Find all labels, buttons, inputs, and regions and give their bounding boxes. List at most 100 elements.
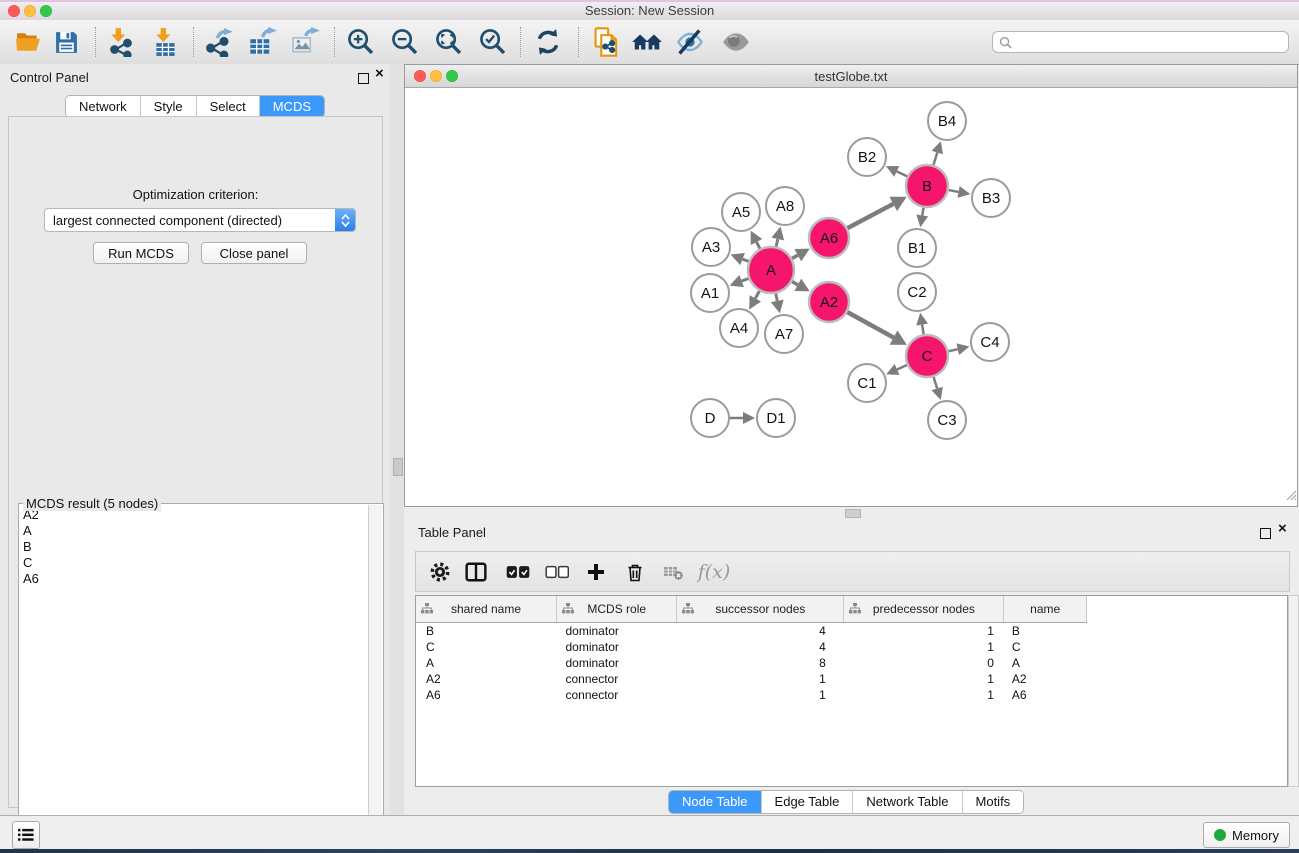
zoom-in-button[interactable] [344,25,378,59]
apply-layout-refresh-button[interactable] [531,25,565,59]
cell-name[interactable]: B [1004,623,1087,640]
table-tab-edge-table[interactable]: Edge Table [762,791,854,813]
table-row[interactable]: Bdominator41B [416,623,1287,640]
cell-name[interactable]: A [1004,655,1087,671]
task-history-button[interactable] [12,821,40,849]
cell-predecessor-nodes[interactable]: 1 [844,671,1004,687]
save-session-button[interactable] [49,25,83,59]
cell-shared-name[interactable]: A2 [416,671,557,687]
import-network-button[interactable] [104,25,138,59]
table-options-button[interactable] [424,556,456,588]
graph-edge-A6-B[interactable] [848,204,894,228]
table-close-icon[interactable]: × [1278,523,1287,535]
cell-mcds-role[interactable]: dominator [557,639,677,655]
cell-predecessor-nodes[interactable]: 1 [844,623,1004,640]
table-tab-motifs[interactable]: Motifs [963,791,1024,813]
cell-predecessor-nodes[interactable]: 1 [844,687,1004,703]
table-row[interactable]: Adominator80A [416,655,1287,671]
delete-table-button[interactable] [657,556,689,588]
divider-thumb[interactable] [393,458,403,476]
graph-edge-A-A6[interactable] [792,255,798,258]
tab-select[interactable]: Select [197,96,260,117]
cell-name[interactable]: C [1004,639,1087,655]
graph-edge-B-B1[interactable] [922,208,923,216]
table-row[interactable]: Cdominator41C [416,639,1287,655]
optimization-criterion-select[interactable]: largest connected component (directed) [44,208,356,232]
graph-edge-B-B2[interactable] [897,171,907,176]
graph-edge-B-B4[interactable] [933,153,937,165]
graph-edge-B-B3[interactable] [949,190,959,192]
clone-network-button[interactable] [590,25,624,59]
table-scrollbar[interactable] [1288,595,1299,787]
table-row[interactable]: A6connector11A6 [416,687,1287,703]
graph-edge-A-A7[interactable] [776,294,777,301]
show-columns-button[interactable] [460,556,492,588]
result-scrollbar[interactable] [368,505,382,849]
run-mcds-button[interactable]: Run MCDS [93,242,189,264]
graph-edge-C-C3[interactable] [934,377,938,389]
graph-edge-A-A1[interactable] [742,278,749,281]
table-row[interactable]: A2connector11A2 [416,671,1287,687]
cell-shared-name[interactable]: A6 [416,687,557,703]
delete-row-button[interactable] [619,556,651,588]
graph-edge-C-C1[interactable] [897,365,907,369]
export-image-button[interactable] [288,25,322,59]
zoom-selected-button[interactable] [476,25,510,59]
cell-shared-name[interactable]: A [416,655,557,671]
cell-successor-nodes[interactable]: 4 [677,639,844,655]
zoom-fit-button[interactable] [432,25,466,59]
cell-successor-nodes[interactable]: 8 [677,655,844,671]
add-row-button[interactable] [580,556,612,588]
mcds-result-item[interactable]: A6 [23,571,383,587]
tab-style[interactable]: Style [141,96,197,117]
close-panel-icon[interactable]: × [375,68,384,80]
cell-shared-name[interactable]: B [416,623,557,640]
resize-grip-icon[interactable] [1284,487,1296,505]
home-networks-button[interactable] [630,25,664,59]
graph-edge-A-A8[interactable] [776,239,778,247]
cell-predecessor-nodes[interactable]: 1 [844,639,1004,655]
birds-eye-view-button[interactable] [719,25,753,59]
graph-edge-A-A2[interactable] [792,282,798,285]
mcds-result-item[interactable]: C [23,555,383,571]
graph-edge-A-A4[interactable] [755,291,759,298]
cell-successor-nodes[interactable]: 1 [677,687,844,703]
graph-edge-A-A3[interactable] [743,259,749,261]
column-header-name[interactable]: name [1004,596,1087,623]
export-network-button[interactable] [202,25,236,59]
graph-edge-A-A5[interactable] [757,242,760,249]
graph-edge-C-C4[interactable] [948,349,957,351]
divider-thumb-h[interactable] [845,509,861,518]
cell-mcds-role[interactable]: dominator [557,655,677,671]
column-header-successor-nodes[interactable]: successor nodes [677,596,844,623]
memory-button[interactable]: Memory [1203,822,1290,848]
cell-mcds-role[interactable]: dominator [557,623,677,640]
table-tab-network-table[interactable]: Network Table [853,791,962,813]
split-divider-horizontal[interactable] [404,507,1299,519]
split-divider-vertical[interactable] [390,64,404,815]
column-header-shared-name[interactable]: shared name [416,596,557,623]
cell-predecessor-nodes[interactable]: 0 [844,655,1004,671]
tab-network[interactable]: Network [66,96,141,117]
column-header-predecessor-nodes[interactable]: predecessor nodes [844,596,1004,623]
graph-edge-A2-C[interactable] [847,312,893,337]
tab-mcds[interactable]: MCDS [260,96,324,117]
cell-name[interactable]: A2 [1004,671,1087,687]
unselect-all-button[interactable] [541,556,573,588]
search-input[interactable] [1016,34,1288,50]
cell-successor-nodes[interactable]: 1 [677,671,844,687]
select-all-button[interactable] [502,556,534,588]
column-header-mcds-role[interactable]: MCDS role [557,596,677,623]
table-tab-node-table[interactable]: Node Table [669,791,762,813]
mcds-result-item[interactable]: A [23,523,383,539]
apply-function-button[interactable]: f(x) [694,556,734,588]
cell-shared-name[interactable]: C [416,639,557,655]
table-float-icon[interactable] [1260,528,1271,541]
close-panel-button[interactable]: Close panel [201,242,307,264]
network-canvas[interactable]: B4B2BB3A8A5A6A3B1AA1C2A2A4A7C4CC1DD1C3 [405,88,1297,506]
cell-mcds-role[interactable]: connector [557,671,677,687]
export-table-button[interactable] [245,25,279,59]
float-panel-icon[interactable] [358,73,369,86]
graph-edge-C-C2[interactable] [922,325,924,335]
mcds-result-item[interactable]: B [23,539,383,555]
